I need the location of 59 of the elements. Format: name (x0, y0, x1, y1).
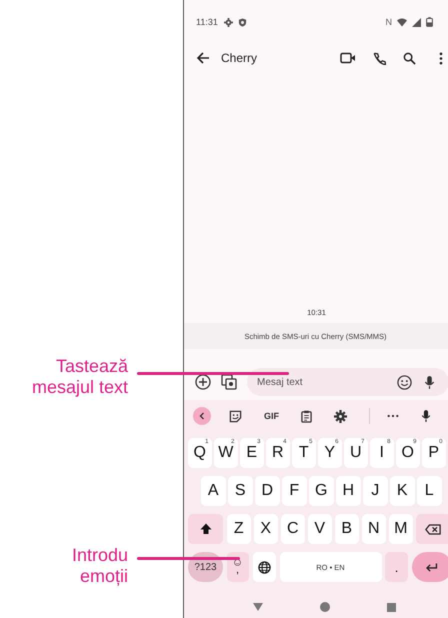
backspace-icon (425, 524, 441, 534)
phone-icon[interactable] (373, 52, 386, 64)
letter-key[interactable]: B (334, 514, 359, 544)
enter-key[interactable] (412, 552, 448, 582)
emoji-icon[interactable] (397, 374, 412, 390)
home-nav-icon[interactable] (320, 602, 330, 612)
back-arrow-icon[interactable] (196, 51, 210, 65)
contact-name: Cherry (221, 51, 258, 65)
add-icon[interactable] (195, 374, 211, 390)
chevron-icon (199, 412, 205, 420)
gear-icon (224, 18, 233, 26)
more-menu-icon[interactable] (439, 52, 443, 64)
callout-label: Tastează mesajul text (32, 356, 128, 398)
letter-key[interactable]: J (363, 476, 388, 506)
shield-icon (238, 18, 247, 26)
emoji-comma-key[interactable]: , (226, 552, 248, 582)
more-icon[interactable] (387, 414, 399, 418)
voice-input-icon[interactable] (421, 409, 431, 423)
period-key[interactable]: . (385, 552, 408, 582)
gallery-icon[interactable] (221, 374, 237, 390)
collapse-button[interactable] (193, 407, 211, 425)
letter-key[interactable]: H (336, 476, 360, 506)
letter-key[interactable]: C (280, 514, 305, 544)
backspace-key[interactable] (416, 514, 448, 544)
recents-nav-icon[interactable] (387, 602, 396, 612)
sticker-icon[interactable] (229, 410, 242, 422)
message-input-field[interactable]: Mesaj text (247, 368, 448, 396)
letter-key[interactable]: X (254, 514, 278, 544)
letter-key[interactable]: V (308, 514, 332, 544)
letter-key[interactable]: Z (226, 514, 251, 544)
status-time: 11:31 (196, 17, 218, 27)
video-call-icon[interactable] (340, 52, 356, 64)
letter-key[interactable]: L (417, 476, 442, 506)
globe-icon (258, 560, 271, 574)
signal-icon (412, 18, 421, 26)
settings-icon[interactable] (334, 410, 347, 422)
letter-key[interactable]: G (309, 476, 334, 506)
symbols-key[interactable]: ?123 (188, 552, 223, 582)
gif-button[interactable]: GIF (264, 411, 279, 421)
back-nav-icon[interactable] (252, 603, 263, 611)
letter-key[interactable]: N (362, 514, 386, 544)
microphone-icon[interactable] (424, 374, 435, 390)
letter-key[interactable]: D (255, 476, 280, 506)
smiley-icon (234, 559, 241, 566)
letter-key[interactable]: K (390, 476, 414, 506)
battery-icon (426, 17, 433, 27)
language-key[interactable] (253, 552, 276, 582)
clipboard-icon[interactable] (301, 410, 312, 422)
letter-key[interactable]: M (388, 514, 413, 544)
shift-key[interactable] (188, 514, 223, 544)
network-label: N (386, 17, 392, 27)
letter-key[interactable]: F (282, 476, 306, 506)
shift-icon (200, 523, 212, 535)
wifi-icon (397, 18, 407, 26)
callout-label: Introdu emoții (72, 545, 128, 587)
search-icon[interactable] (403, 52, 416, 64)
letter-key[interactable]: S (228, 476, 252, 506)
enter-icon (425, 562, 438, 572)
letter-key[interactable]: A (201, 476, 226, 506)
